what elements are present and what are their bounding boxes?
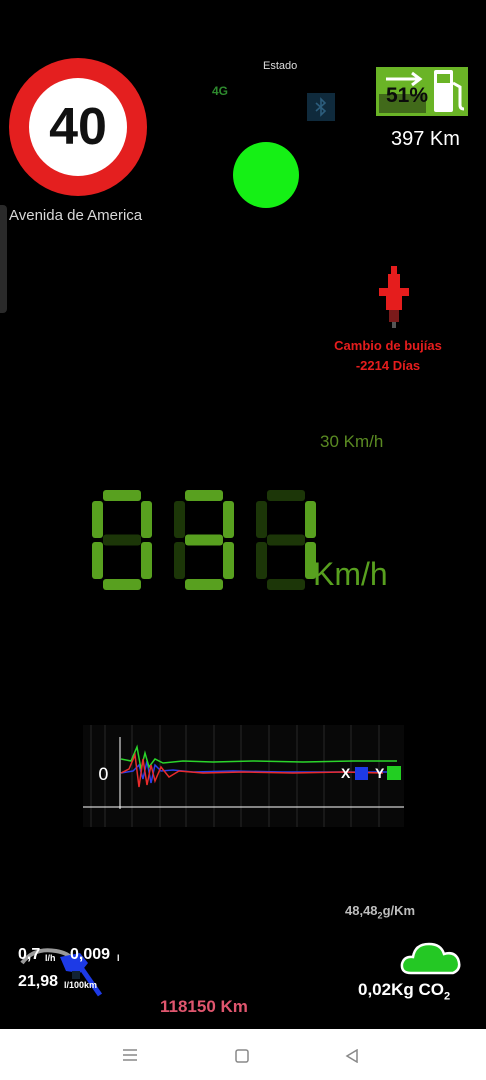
connection-status-indicator[interactable] — [233, 142, 299, 208]
speed-digit-segment — [103, 534, 141, 546]
y-axis-legend-label: Y — [375, 765, 385, 781]
speed-digit-segment — [223, 542, 234, 579]
back-icon[interactable] — [345, 1048, 359, 1067]
maintenance-reminder: Cambio de bujías -2214 Días — [318, 336, 458, 376]
trip-fuel-unit: l — [117, 953, 120, 963]
y-axis-legend-swatch — [387, 766, 401, 780]
speed-digit — [256, 490, 316, 590]
speed-display — [92, 490, 316, 590]
graph-zero-label: 0 — [98, 765, 109, 785]
co2-total: 0,02Kg CO2 — [358, 980, 450, 1002]
speed-unit: Km/h — [313, 556, 388, 592]
speed-digit-segment — [141, 542, 152, 579]
speed-digit-segment — [267, 534, 305, 546]
speed-digit-segment — [267, 490, 305, 501]
speed-digit-segment — [92, 501, 103, 538]
network-type: 4G — [212, 84, 229, 98]
co2-total-subscript: 2 — [443, 990, 451, 1003]
status-title: Estado — [263, 60, 298, 72]
gps-speed: 30 Km/h — [320, 432, 384, 451]
instant-consumption-unit: l/h — [45, 953, 56, 963]
co2-rate-unit: g/Km — [382, 903, 416, 918]
x-axis-legend-swatch — [355, 767, 368, 780]
instant-consumption-value: 0,7 — [18, 946, 41, 963]
speed-limit-sign: 40 — [9, 58, 147, 196]
speed-digit-segment — [174, 542, 185, 579]
menu-icon[interactable] — [122, 1047, 138, 1066]
system-navigation-bar — [0, 1029, 486, 1080]
speed-digit-segment — [267, 579, 305, 590]
speed-digit-segment — [223, 501, 234, 538]
cloud-icon — [399, 940, 463, 976]
speed-digit-segment — [103, 579, 141, 590]
speed-limit-value: 40 — [29, 78, 127, 176]
speed-digit — [92, 490, 152, 590]
speed-digit-segment — [185, 579, 223, 590]
speed-digit-segment — [141, 501, 152, 538]
side-drawer-handle[interactable] — [0, 205, 7, 313]
maintenance-title: Cambio de bujías — [334, 338, 442, 353]
speed-digit-segment — [92, 542, 103, 579]
bluetooth-icon[interactable] — [307, 93, 335, 121]
co2-rate: 48,482g/Km — [345, 903, 415, 921]
co2-total-value: 0,02Kg CO — [358, 980, 444, 999]
fuel-range: 397 Km — [391, 128, 460, 150]
speed-digit-segment — [174, 501, 185, 538]
home-icon[interactable] — [235, 1048, 249, 1067]
trip-fuel-value: 0,009 — [70, 946, 111, 963]
speed-digit-segment — [185, 534, 223, 546]
speed-digit-segment — [305, 501, 316, 538]
co2-rate-value: 48,48 — [345, 903, 378, 918]
speed-digit-segment — [185, 490, 223, 501]
x-axis-legend-label: X — [341, 765, 351, 781]
spark-plug-icon — [377, 266, 411, 328]
speed-digit-segment — [256, 501, 267, 538]
speed-digit-segment — [256, 542, 267, 579]
average-consumption-unit: l/100km — [64, 980, 98, 990]
average-consumption-value: 21,98 — [18, 973, 59, 990]
fuel-percent: 51% — [386, 84, 429, 107]
speed-digit-segment — [103, 490, 141, 501]
street-name: Avenida de America — [9, 207, 143, 224]
speed-digit — [174, 490, 234, 590]
odometer: 118150 Km — [160, 997, 248, 1016]
maintenance-days: -2214 Días — [355, 358, 421, 373]
